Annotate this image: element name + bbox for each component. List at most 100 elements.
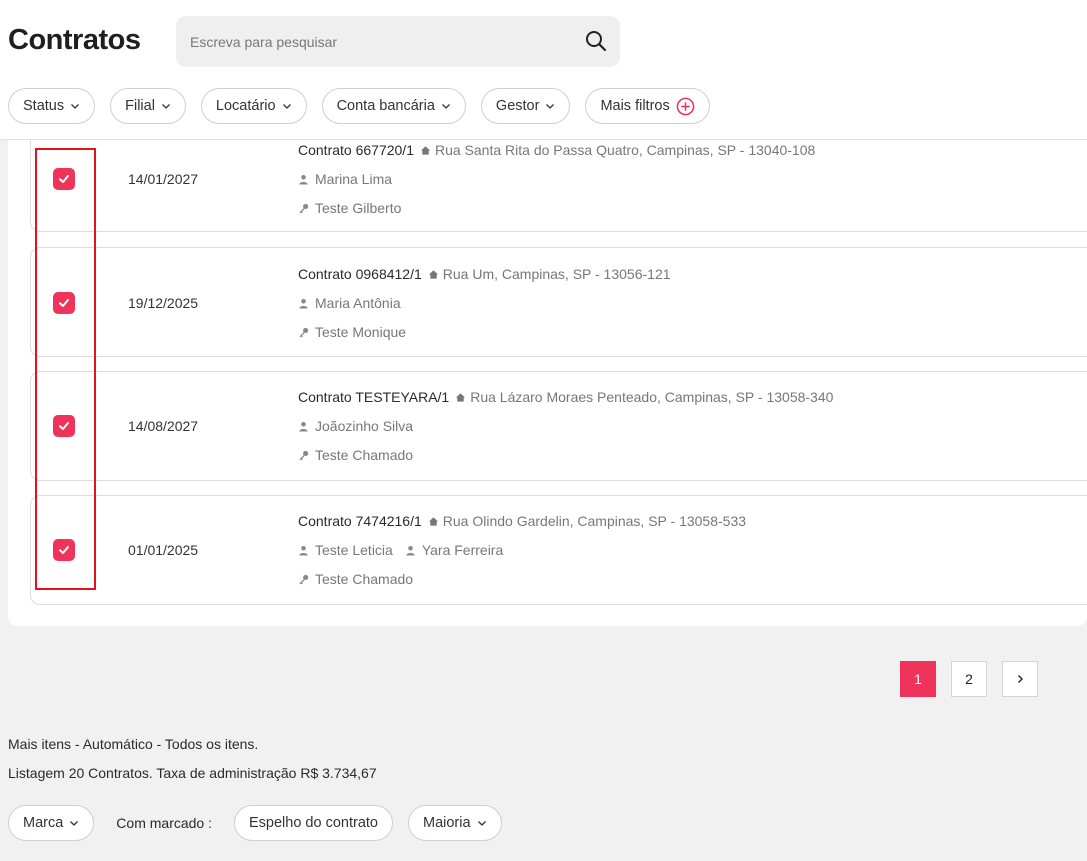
filter-filial[interactable]: Filial xyxy=(110,88,186,124)
page-button-2[interactable]: 2 xyxy=(951,661,987,697)
tenant-line: Maria Antônia xyxy=(298,295,401,311)
more-items-text: Mais itens - Automático - Todos os itens… xyxy=(8,736,259,752)
contract-date: 14/08/2027 xyxy=(128,418,199,434)
check-icon xyxy=(59,422,69,430)
key-icon xyxy=(299,327,309,337)
contract-row[interactable]: 14/01/2027 Contrato 667720/1 Rua Santa R… xyxy=(30,140,1087,232)
contract-address: Rua Um, Campinas, SP - 13056-121 xyxy=(442,266,671,282)
chevron-down-icon xyxy=(546,104,555,109)
contract-id[interactable]: Contrato 7474216/1 xyxy=(298,513,422,529)
manager-line: Teste Chamado xyxy=(298,571,413,587)
row-checkbox[interactable] xyxy=(53,292,75,314)
mark-dropdown[interactable]: Marca xyxy=(8,805,95,841)
key-icon xyxy=(299,450,309,460)
more-filters-button[interactable]: Mais filtros xyxy=(585,88,710,124)
manager-line: Teste Monique xyxy=(298,324,406,340)
manager-line: Teste Gilberto xyxy=(298,200,401,216)
tenant-line: Teste Leticia Yara Ferreira xyxy=(298,542,503,558)
plus-circle-icon xyxy=(676,97,695,115)
contract-row[interactable]: 01/01/2025 Contrato 7474216/1 Rua Olindo… xyxy=(30,495,1087,605)
contract-mirror-label: Espelho do contrato xyxy=(249,815,378,831)
contract-id[interactable]: Contrato TESTEYARA/1 xyxy=(298,389,449,405)
filter-conta-bancaria[interactable]: Conta bancária xyxy=(321,88,466,124)
filter-gestor[interactable]: Gestor xyxy=(480,88,571,124)
contract-row[interactable]: 19/12/2025 Contrato 0968412/1 Rua Um, Ca… xyxy=(30,247,1087,357)
manager-line: Teste Chamado xyxy=(298,447,413,463)
contract-address: Rua Lázaro Moraes Penteado, Campinas, SP… xyxy=(470,389,834,405)
chevron-down-icon xyxy=(70,821,79,826)
filter-label: Conta bancária xyxy=(336,98,435,114)
page-button-1[interactable]: 1 xyxy=(900,661,936,697)
user-icon xyxy=(299,545,308,556)
contract-date: 19/12/2025 xyxy=(128,295,199,311)
key-icon xyxy=(299,574,309,584)
filter-label: Status xyxy=(23,98,65,114)
chevron-down-icon xyxy=(161,104,170,109)
contract-mirror-button[interactable]: Espelho do contrato xyxy=(234,805,393,841)
with-marked-label: Com marcado : xyxy=(116,815,212,831)
contract-id[interactable]: Contrato 667720/1 xyxy=(298,142,414,158)
row-checkbox[interactable] xyxy=(53,539,75,561)
contract-date: 01/01/2025 xyxy=(128,542,199,558)
majority-dropdown[interactable]: Maioria xyxy=(407,805,502,841)
search-icon[interactable] xyxy=(584,29,608,53)
manager-name: Teste Gilberto xyxy=(315,200,402,216)
filter-bar: Status Filial Locatário Conta bancária G… xyxy=(8,88,710,124)
home-icon xyxy=(428,516,438,526)
tenant-name: Joãozinho Silva xyxy=(315,418,414,434)
manager-name: Teste Chamado xyxy=(315,571,414,587)
listing-summary: Listagem 20 Contratos. Taxa de administr… xyxy=(8,765,377,781)
manager-name: Teste Chamado xyxy=(315,447,414,463)
mark-label: Marca xyxy=(23,815,64,831)
contract-date: 14/01/2027 xyxy=(128,171,199,187)
contract-title-line: Contrato 667720/1 Rua Santa Rita do Pass… xyxy=(298,142,815,158)
tenant-line: Marina Lima xyxy=(298,171,392,187)
tenant-name: Teste Leticia xyxy=(315,542,393,558)
next-page-button[interactable] xyxy=(1002,661,1038,697)
home-icon xyxy=(428,269,438,279)
pagination: 1 2 xyxy=(900,661,1038,697)
chevron-down-icon xyxy=(71,104,80,109)
more-filters-label: Mais filtros xyxy=(600,98,670,114)
tenant-name: Maria Antônia xyxy=(315,295,401,311)
contract-address: Rua Olindo Gardelin, Campinas, SP - 1305… xyxy=(442,513,747,529)
contract-id[interactable]: Contrato 0968412/1 xyxy=(298,266,422,282)
home-icon xyxy=(456,392,466,402)
header: Contratos Status Filial Locatário Conta … xyxy=(0,0,1087,140)
user-icon xyxy=(299,298,308,309)
user-icon xyxy=(299,174,308,185)
row-checkbox[interactable] xyxy=(53,168,75,190)
user-icon xyxy=(299,421,308,432)
manager-name: Teste Monique xyxy=(315,324,407,340)
home-icon xyxy=(420,145,431,155)
bulk-actions: Marca Com marcado : Espelho do contrato … xyxy=(8,805,502,841)
chevron-right-icon xyxy=(1018,675,1023,683)
tenant-name: Yara Ferreira xyxy=(421,542,504,558)
filter-locatario[interactable]: Locatário xyxy=(200,88,307,124)
filter-label: Locatário xyxy=(215,98,276,114)
key-icon xyxy=(299,203,309,213)
page-title: Contratos xyxy=(8,24,141,56)
check-icon xyxy=(59,175,69,183)
filter-label: Gestor xyxy=(495,98,540,114)
contract-list: 14/01/2027 Contrato 667720/1 Rua Santa R… xyxy=(8,140,1087,626)
chevron-down-icon xyxy=(441,104,450,109)
tenant-line: Joãozinho Silva xyxy=(298,418,413,434)
contract-title-line: Contrato 0968412/1 Rua Um, Campinas, SP … xyxy=(298,266,671,282)
contract-title-line: Contrato 7474216/1 Rua Olindo Gardelin, … xyxy=(298,513,746,529)
filter-label: Filial xyxy=(125,98,155,114)
search-bar xyxy=(176,16,620,67)
user-icon xyxy=(406,545,415,556)
chevron-down-icon xyxy=(282,104,291,109)
row-checkbox[interactable] xyxy=(53,415,75,437)
tenant-name: Marina Lima xyxy=(315,171,393,187)
check-icon xyxy=(59,546,69,554)
contract-address: Rua Santa Rita do Passa Quatro, Campinas… xyxy=(434,142,816,158)
check-icon xyxy=(59,299,69,307)
filter-status[interactable]: Status xyxy=(8,88,96,124)
search-input[interactable] xyxy=(190,16,570,67)
contract-title-line: Contrato TESTEYARA/1 Rua Lázaro Moraes P… xyxy=(298,389,833,405)
majority-label: Maioria xyxy=(422,815,471,831)
contract-row[interactable]: 14/08/2027 Contrato TESTEYARA/1 Rua Láza… xyxy=(30,371,1087,481)
chevron-down-icon xyxy=(477,821,486,826)
